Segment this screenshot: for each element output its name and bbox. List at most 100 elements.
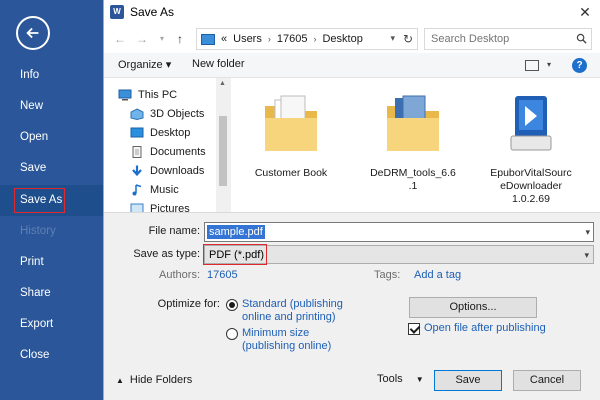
- hide-folders-label: Hide Folders: [129, 374, 193, 386]
- word-app-icon: W: [110, 5, 124, 19]
- search-icon: [576, 33, 587, 44]
- nav-label: 3D Objects: [150, 108, 205, 120]
- save-type-highlight: [203, 244, 267, 265]
- download-arrow-icon: [132, 165, 142, 177]
- nav-music[interactable]: Music: [130, 181, 179, 199]
- folder-icon: [265, 95, 317, 151]
- app-window: Info New Open Save Save As History Print…: [0, 0, 600, 400]
- search-input[interactable]: [424, 28, 592, 50]
- backstage-export[interactable]: Export: [0, 309, 103, 340]
- tags-label: Tags:: [374, 269, 401, 281]
- file-label: EpuborVitalSourc eDownloader 1.0.2.69: [490, 167, 572, 205]
- options-button[interactable]: Options...: [409, 297, 537, 318]
- application-icon: [510, 96, 552, 151]
- nav-label: Documents: [150, 146, 206, 158]
- file-item-customer-book[interactable]: Customer Book: [241, 92, 341, 180]
- chevron-up-icon: ▲: [116, 375, 124, 385]
- address-row: ← → ▾ ↑ « Users › 17605 › Desktop ▾ ↻: [104, 25, 600, 53]
- file-name-input[interactable]: sample.pdf ▾: [204, 222, 594, 242]
- save-button[interactable]: Save: [434, 370, 502, 391]
- save-as-dialog: W Save As ✕ ← → ▾ ↑ « Users › 17605 › De…: [103, 0, 600, 400]
- cancel-button[interactable]: Cancel: [513, 370, 581, 391]
- nav-3d-objects[interactable]: 3D Objects: [130, 105, 204, 123]
- backstage-save[interactable]: Save: [0, 153, 103, 184]
- view-options-icon[interactable]: [525, 60, 539, 71]
- backstage-open[interactable]: Open: [0, 122, 103, 153]
- desktop-icon: [130, 127, 144, 138]
- authors-value[interactable]: 17605: [207, 269, 238, 281]
- nav-label: Desktop: [150, 127, 191, 139]
- address-bar[interactable]: « Users › 17605 › Desktop ▾ ↻: [196, 28, 418, 50]
- file-name-value: sample.pdf: [207, 225, 265, 239]
- breadcrumb-separator-icon[interactable]: ›: [268, 34, 271, 44]
- backstage-info[interactable]: Info: [0, 60, 103, 91]
- tools-label: Tools: [377, 373, 403, 385]
- save-type-dropdown-icon[interactable]: ▾: [584, 250, 589, 261]
- refresh-icon[interactable]: ↻: [403, 32, 413, 46]
- new-folder-button[interactable]: New folder: [192, 58, 245, 70]
- nav-this-pc[interactable]: This PC: [118, 86, 177, 104]
- optimize-minimum-label[interactable]: Minimum size (publishing online): [242, 327, 331, 353]
- breadcrumb-prefix[interactable]: «: [221, 33, 227, 45]
- open-after-publish-checkbox[interactable]: [408, 323, 420, 335]
- save-as-highlight: [14, 188, 65, 213]
- file-item-dedrm-tools[interactable]: DeDRM_tools_6.6 .1: [363, 92, 463, 193]
- file-name-label: File name:: [148, 225, 200, 237]
- computer-icon: [201, 33, 215, 45]
- backstage-close[interactable]: Close: [0, 340, 103, 371]
- nav-scrollbar[interactable]: ▲: [216, 78, 230, 212]
- nav-downloads[interactable]: Downloads: [130, 162, 204, 180]
- forward-nav-icon[interactable]: →: [134, 31, 150, 47]
- up-folder-icon[interactable]: ↑: [172, 31, 188, 47]
- file-name-dropdown-icon[interactable]: ▾: [585, 227, 590, 238]
- optimize-minimum-radio[interactable]: [226, 328, 238, 340]
- hide-folders-button[interactable]: ▲ Hide Folders: [116, 374, 192, 386]
- breadcrumb-users[interactable]: Users: [233, 33, 262, 45]
- dialog-toolbar: Organize ▾ New folder ▾ ?: [104, 53, 600, 78]
- nav-label: Music: [150, 184, 179, 196]
- close-icon[interactable]: ✕: [577, 3, 593, 21]
- recent-dropdown-icon[interactable]: ▾: [154, 31, 170, 47]
- nav-pictures[interactable]: Pictures: [130, 200, 190, 212]
- tags-value[interactable]: Add a tag: [414, 269, 461, 281]
- breadcrumb-desktop[interactable]: Desktop: [322, 33, 362, 45]
- optimize-standard-label[interactable]: Standard (publishing online and printing…: [242, 298, 343, 324]
- scroll-thumb[interactable]: [219, 116, 227, 186]
- view-dropdown-icon[interactable]: ▾: [547, 60, 551, 69]
- computer-icon: [118, 89, 132, 101]
- nav-label: Pictures: [150, 203, 190, 212]
- save-form: File name: sample.pdf ▾ Save as type: PD…: [104, 212, 600, 400]
- dialog-titlebar: W Save As ✕: [104, 0, 600, 25]
- tools-dropdown-icon: ▼: [415, 375, 424, 384]
- file-label: Customer Book: [254, 167, 328, 179]
- nav-label: Downloads: [150, 165, 205, 177]
- backstage-share[interactable]: Share: [0, 278, 103, 309]
- tools-button[interactable]: Tools ▼: [377, 373, 424, 385]
- music-note-icon: [132, 184, 142, 196]
- file-item-epubor-downloader[interactable]: EpuborVitalSourc eDownloader 1.0.2.69: [481, 92, 581, 206]
- backstage-print[interactable]: Print: [0, 247, 103, 278]
- authors-label: Authors:: [159, 269, 200, 281]
- help-icon[interactable]: ?: [572, 58, 587, 73]
- save-type-label: Save as type:: [133, 248, 200, 260]
- folder-icon: [387, 95, 439, 151]
- back-nav-icon[interactable]: ←: [112, 31, 128, 47]
- back-arrow-icon: [26, 27, 39, 39]
- backstage-new[interactable]: New: [0, 91, 103, 122]
- open-after-publish-label[interactable]: Open file after publishing: [424, 322, 546, 335]
- backstage-history: History: [20, 225, 56, 237]
- optimize-standard-radio[interactable]: [226, 299, 238, 311]
- scroll-up-icon[interactable]: ▲: [219, 80, 226, 87]
- nav-documents[interactable]: Documents: [130, 143, 206, 161]
- navigation-pane: This PC 3D Objects Desktop Documents Dow…: [104, 78, 216, 212]
- file-list: Customer Book DeDRM_tools_6.6 .1 EpuborV…: [231, 78, 600, 212]
- dialog-title: Save As: [130, 5, 175, 19]
- file-label: DeDRM_tools_6.6 .1: [370, 167, 456, 192]
- breadcrumb-user[interactable]: 17605: [277, 33, 308, 45]
- breadcrumb-separator-icon[interactable]: ›: [313, 34, 316, 44]
- nav-desktop[interactable]: Desktop: [130, 124, 190, 142]
- organize-button[interactable]: Organize ▾: [118, 58, 171, 71]
- cube-icon: [130, 108, 144, 120]
- address-dropdown-icon[interactable]: ▾: [390, 33, 395, 44]
- back-arrow-button[interactable]: [16, 16, 50, 50]
